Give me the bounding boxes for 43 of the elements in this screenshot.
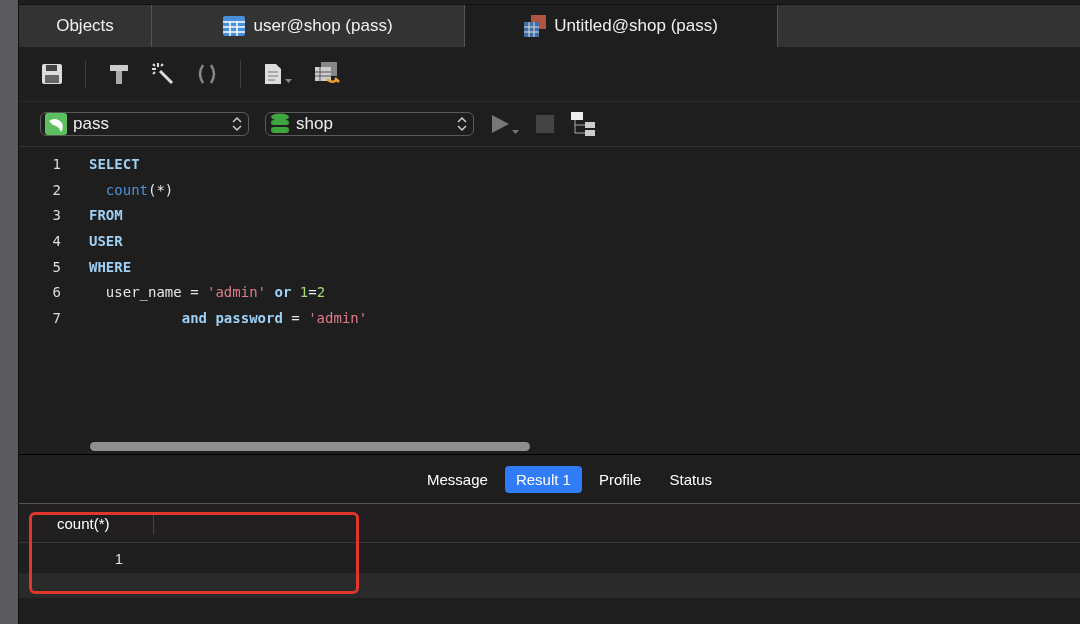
line-number: 5 xyxy=(51,257,62,277)
database-icon xyxy=(270,113,290,135)
line-number: 2 xyxy=(51,180,62,200)
export-table-icon[interactable] xyxy=(315,62,341,86)
save-icon[interactable] xyxy=(41,63,63,85)
result-tab[interactable]: Message xyxy=(416,465,499,493)
tab[interactable]: Untitled@shop (pass) xyxy=(465,5,778,47)
tree-diagram-icon[interactable] xyxy=(570,111,596,137)
code-line: USER xyxy=(89,232,123,249)
table-cell-text: 1 xyxy=(113,549,123,567)
result-tab[interactable]: Profile xyxy=(587,465,653,493)
tab-label: Objects xyxy=(56,16,114,36)
table-icon xyxy=(223,16,246,36)
code-line: SELECT xyxy=(89,155,140,172)
hammer-icon[interactable] xyxy=(108,63,130,85)
scrollbar[interactable] xyxy=(90,442,530,451)
line-number: 1 xyxy=(51,154,62,174)
tab-label: user@shop (pass) xyxy=(253,16,393,36)
tab-label: Untitled@shop (pass) xyxy=(554,16,718,36)
parentheses-icon[interactable] xyxy=(196,63,218,85)
run-icon[interactable] xyxy=(490,113,520,135)
result-tab[interactable]: Result 1 xyxy=(504,465,582,493)
code-line: count(*) xyxy=(104,181,174,198)
dolphin-icon xyxy=(45,113,67,135)
code-line: FROM xyxy=(89,207,123,224)
line-number: 4 xyxy=(51,231,62,251)
line-number: 7 xyxy=(51,308,62,328)
line-number: 3 xyxy=(51,206,62,226)
code-line: user_name = 'admin' or 1=2 xyxy=(104,284,326,301)
updown-caret-icon xyxy=(232,116,242,132)
connection-select[interactable]: shop xyxy=(265,112,474,136)
magic-wand-icon[interactable] xyxy=(152,63,174,85)
document-icon[interactable] xyxy=(263,63,293,85)
connection-select[interactable]: pass xyxy=(40,112,249,136)
tables-icon xyxy=(524,15,547,37)
column-header[interactable]: count(*) xyxy=(19,512,154,534)
result-tab[interactable]: Status xyxy=(658,465,723,493)
select-value: pass xyxy=(73,114,110,134)
line-number: 6 xyxy=(51,283,62,303)
code-line: and password = 'admin' xyxy=(180,309,368,326)
updown-caret-icon xyxy=(457,116,467,132)
select-value: shop xyxy=(296,114,334,134)
code-line: WHERE xyxy=(89,258,132,275)
